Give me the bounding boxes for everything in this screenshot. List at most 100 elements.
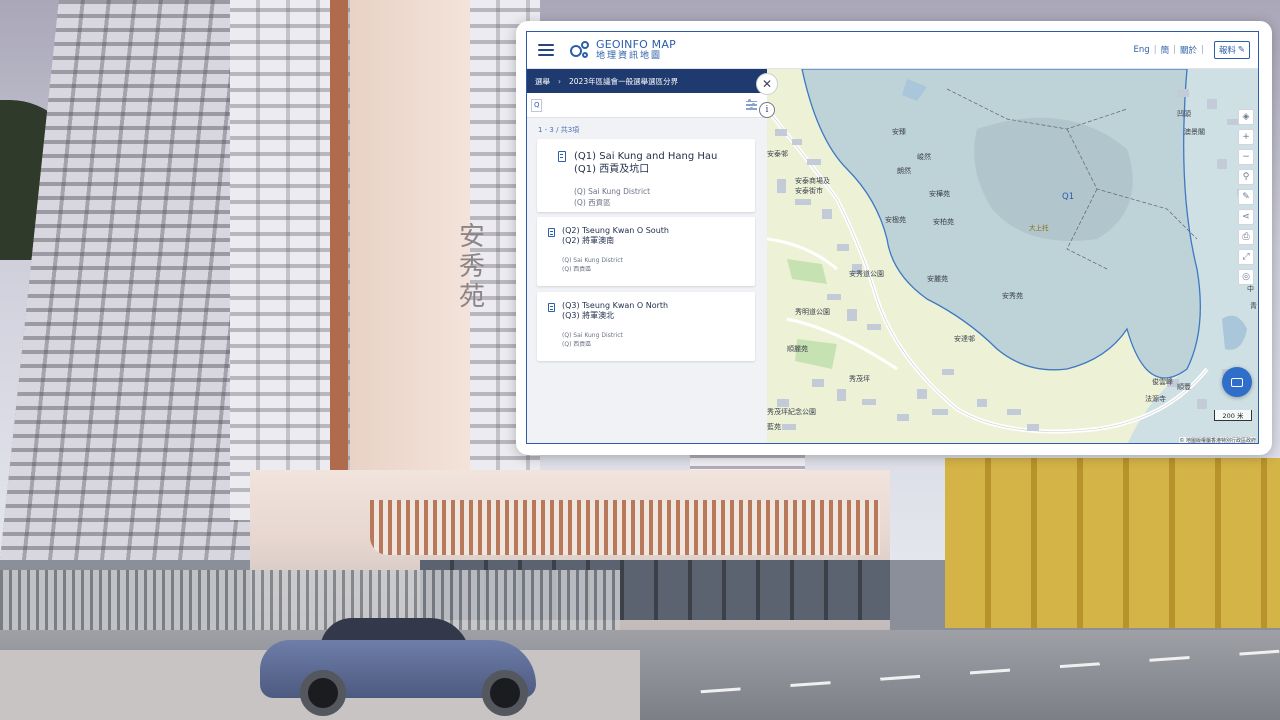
geoinfo-map-window: GEOINFO MAP 地理資訊地圖 Eng | 簡 | 關於 | 報料 ✎ 選… xyxy=(516,21,1272,455)
pencil-icon: ✎ xyxy=(1242,192,1250,202)
report-button-label: 報料 xyxy=(1218,46,1236,56)
map-label: 俊雲峰 xyxy=(1152,378,1173,386)
360-view-icon: ◎ xyxy=(1242,272,1250,282)
zoom-out-button[interactable]: − xyxy=(1238,149,1254,165)
chevron-right-icon: › xyxy=(558,76,561,86)
share-button[interactable]: ⋖ xyxy=(1238,209,1254,225)
pencil-icon: ✎ xyxy=(1237,45,1245,55)
breadcrumb-root[interactable]: 選舉 xyxy=(535,76,550,87)
top-bar: GEOINFO MAP 地理資訊地圖 Eng | 簡 | 關於 | 報料 ✎ xyxy=(527,32,1258,69)
filter-sliders-icon[interactable] xyxy=(746,99,757,110)
street-view-button[interactable]: ◎ xyxy=(1238,269,1254,285)
result-title: (Q3) Tseung Kwan O North (Q3) 將軍澳北 xyxy=(562,301,668,322)
result-count: 1 - 3 / 共3項 xyxy=(538,126,580,134)
document-icon xyxy=(558,151,566,162)
document-icon xyxy=(548,303,555,312)
logo-title-zh: 地理資訊地圖 xyxy=(596,51,663,61)
map-label: 青 xyxy=(1250,302,1257,310)
result-district-zh: (Q) 西貢區 xyxy=(562,266,592,273)
result-title: (Q1) Sai Kung and Hang Hau (Q1) 西貢及坑口 xyxy=(574,150,717,176)
hill-label: 大上托 xyxy=(1029,224,1049,232)
park-area xyxy=(787,259,827,284)
report-button[interactable]: 報料 ✎ xyxy=(1213,41,1250,59)
map-label: 安臻 xyxy=(892,128,906,136)
map-label: 秀明道公園 xyxy=(795,308,830,316)
separator: | xyxy=(1153,45,1157,55)
separator: | xyxy=(1173,45,1176,55)
result-district-en: (Q) Sai Kung District xyxy=(562,257,623,264)
map-label: 法源寺 xyxy=(1145,395,1166,403)
close-icon: ✕ xyxy=(761,77,773,91)
map-label: 安達邨 xyxy=(954,335,975,343)
district-label-q1: Q1 xyxy=(1062,192,1075,202)
map-label: 順麗苑 xyxy=(787,345,808,353)
info-button[interactable]: i xyxy=(759,102,775,118)
map-label: 峻然 xyxy=(917,153,931,161)
tower-facade-panel xyxy=(350,0,470,490)
layers-button[interactable]: ◈ xyxy=(1238,109,1254,125)
map-label: 安麗苑 xyxy=(927,275,948,283)
map-label: 安柏苑 xyxy=(933,218,954,226)
zoom-in-button[interactable]: + xyxy=(1238,129,1254,145)
result-title-en: (Q1) Sai Kung and Hang Hau xyxy=(574,151,718,162)
map-label: 安秀道公園 xyxy=(849,270,884,278)
expand-icon: ⤢ xyxy=(1242,252,1250,262)
lang-simplified-link[interactable]: 簡 xyxy=(1161,44,1170,56)
print-button[interactable]: ⎙ xyxy=(1238,229,1254,245)
app-logo[interactable]: GEOINFO MAP 地理資訊地圖 xyxy=(570,39,676,61)
tower-accent-stripe xyxy=(330,0,348,500)
measure-button[interactable]: ✎ xyxy=(1238,189,1254,205)
logo-title-en: GEOINFO MAP xyxy=(596,38,676,51)
map-label: 安泰街市 xyxy=(795,187,823,195)
document-icon xyxy=(548,228,555,237)
map-label: 安泰商場及 xyxy=(795,177,830,185)
district-q1-boundary xyxy=(801,69,1201,379)
map-label: 安樺苑 xyxy=(929,190,950,198)
result-item-q1[interactable]: (Q1) Sai Kung and Hang Hau (Q1) 西貢及坑口 (Q… xyxy=(537,139,755,212)
result-title-zh: (Q2) 將軍澳南 xyxy=(562,236,615,246)
map-label: 安楹苑 xyxy=(885,216,906,224)
result-title-zh: (Q1) 西貢及坑口 xyxy=(574,164,650,175)
map-toolbar: ◈ + − ⚲ ✎ ⋖ ⎙ ⤢ ◎ xyxy=(1238,109,1254,285)
result-title: (Q2) Tseung Kwan O South (Q2) 將軍澳南 xyxy=(562,226,669,247)
layers-icon: ◈ xyxy=(1242,112,1250,122)
share-icon: ⋖ xyxy=(1242,212,1250,222)
lang-english-link[interactable]: Eng xyxy=(1134,45,1150,55)
breadcrumb-current: 2023年區議會一般選舉選區分界 xyxy=(569,76,679,86)
result-district-zh: (Q) 西貢區 xyxy=(562,341,592,348)
logo-text: GEOINFO MAP 地理資訊地圖 xyxy=(596,39,676,61)
separator: | xyxy=(1200,45,1204,55)
car-wheel-rear xyxy=(300,670,346,716)
map-canvas[interactable]: 安泰邨 安泰商場及 安泰街市 安臻 峻然 朗然 安樺苑 安楹苑 安柏苑 安秀道公… xyxy=(767,69,1258,443)
result-title-en: (Q2) Tseung Kwan O South xyxy=(562,226,669,235)
map-label: 安秀苑 xyxy=(1002,292,1023,300)
map-label: 安泰邨 xyxy=(767,150,788,158)
map-app: GEOINFO MAP 地理資訊地圖 Eng | 簡 | 關於 | 報料 ✎ 選… xyxy=(526,31,1259,444)
parked-car xyxy=(260,618,536,716)
result-title-zh: (Q3) 將軍澳北 xyxy=(562,311,615,321)
search-row xyxy=(527,93,767,118)
results-panel: 1 - 3 / 共3項 (Q1) Sai Kung and Hang Hau (… xyxy=(527,93,767,443)
podium-facade-slats xyxy=(370,500,880,555)
result-district-en: (Q) Sai Kung District xyxy=(562,332,623,339)
chat-button[interactable] xyxy=(1222,367,1252,397)
minus-icon: − xyxy=(1242,152,1250,162)
map-label: 藍苑 xyxy=(767,423,781,431)
geoinfo-logo-icon xyxy=(570,39,592,61)
locate-button[interactable]: ⚲ xyxy=(1238,169,1254,185)
fullscreen-button[interactable]: ⤢ xyxy=(1238,249,1254,265)
construction-site xyxy=(945,458,1280,628)
result-district-en: (Q) Sai Kung District xyxy=(574,187,651,196)
language-links: Eng | 簡 | 關於 | 報料 ✎ xyxy=(1134,41,1258,59)
result-district: (Q) Sai Kung District (Q) 西貢區 xyxy=(562,331,623,349)
close-panel-button[interactable]: ✕ xyxy=(756,73,778,95)
map-label: 秀茂坪 xyxy=(849,375,870,383)
map-scale-bar: 200 米 xyxy=(1214,410,1252,421)
search-input[interactable] xyxy=(531,98,542,112)
result-item-q3[interactable]: (Q3) Tseung Kwan O North (Q3) 將軍澳北 (Q) S… xyxy=(537,292,755,361)
result-item-q2[interactable]: (Q2) Tseung Kwan O South (Q2) 將軍澳南 (Q) S… xyxy=(537,217,755,286)
map-label: 朗然 xyxy=(897,167,911,175)
location-pin-icon: ⚲ xyxy=(1242,172,1250,182)
contact-link[interactable]: 關於 xyxy=(1180,44,1197,56)
hamburger-menu-icon[interactable] xyxy=(538,44,554,56)
